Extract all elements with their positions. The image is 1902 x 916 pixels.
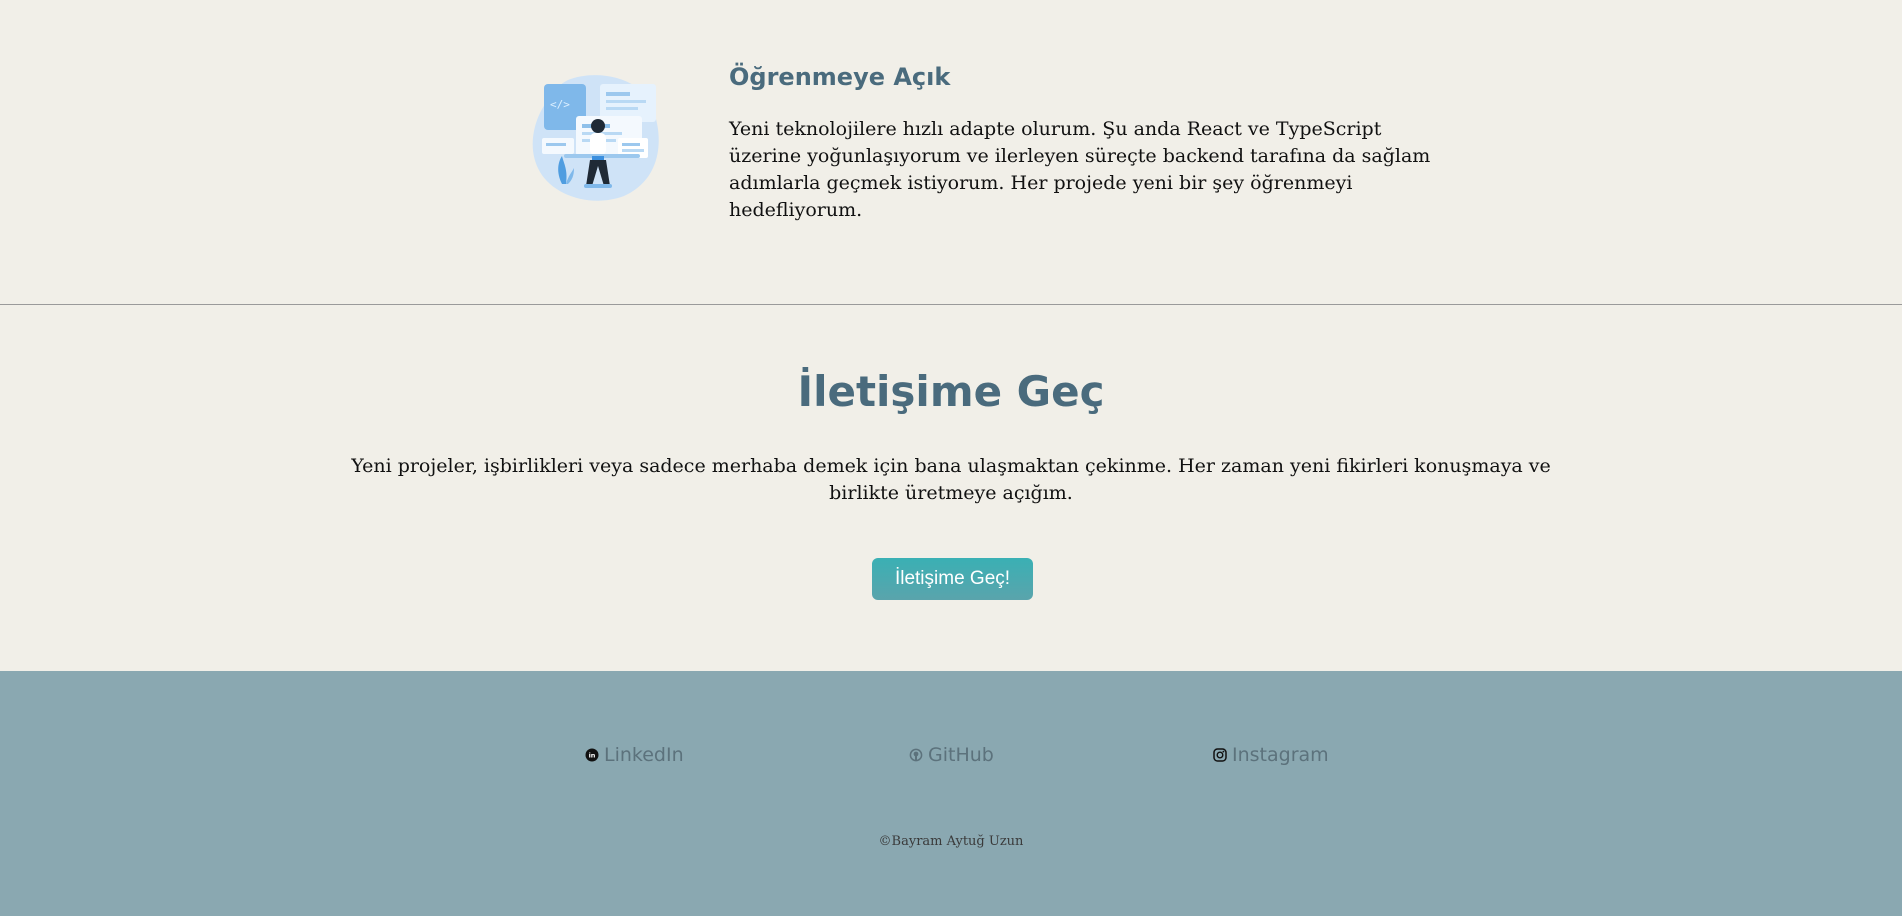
contact-title: İletişime Geç (797, 367, 1105, 416)
contact-button[interactable]: İletişime Geç! (872, 558, 1033, 600)
linkedin-link[interactable]: in LinkedIn (585, 740, 684, 770)
footer (0, 671, 1902, 916)
instagram-label: Instagram (1232, 744, 1329, 766)
svg-text:</>: </> (550, 98, 570, 111)
developer-illustration: </> (532, 75, 659, 201)
learning-section: </> Öğrenmeye Açık Yeni teknolojilere hı… (0, 0, 1902, 304)
instagram-icon (1213, 748, 1227, 762)
feature-title: Öğrenmeye Açık (729, 63, 951, 91)
linkedin-label: LinkedIn (604, 744, 684, 766)
svg-text:in: in (589, 752, 596, 760)
feature-description: Yeni teknolojilere hızlı adapte olurum. … (729, 118, 1431, 221)
instagram-link[interactable]: Instagram (1213, 740, 1329, 770)
github-label: GitHub (928, 744, 994, 766)
contact-description: Yeni projeler, işbirlikleri veya sadece … (351, 455, 1551, 504)
github-icon (909, 748, 923, 762)
github-link[interactable]: GitHub (909, 740, 994, 770)
copyright: ©Bayram Aytuğ Uzun (878, 834, 1024, 849)
linkedin-icon: in (585, 748, 599, 762)
section-divider (0, 304, 1902, 305)
